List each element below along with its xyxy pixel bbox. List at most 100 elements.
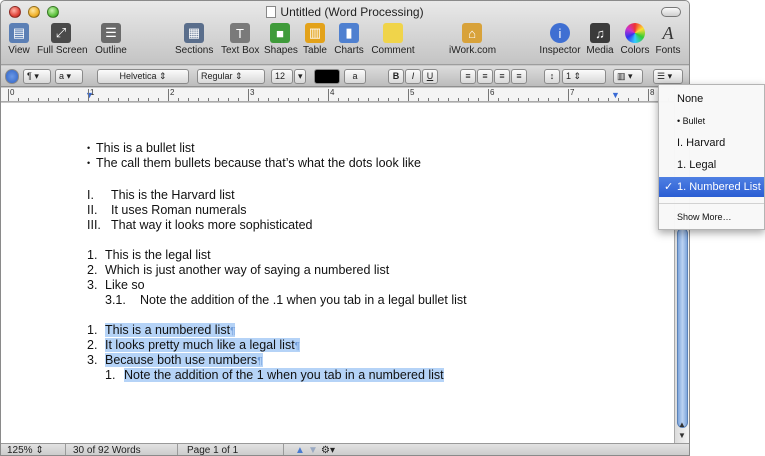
horizontal-ruler[interactable]: ▼ ▼ 012345678 bbox=[1, 88, 679, 102]
fonts-icon: A bbox=[662, 22, 674, 43]
menu-item-bullet[interactable]: • Bullet bbox=[659, 111, 764, 131]
ruler-minor-tick bbox=[78, 98, 79, 101]
next-page-arrow[interactable]: ▼ bbox=[308, 445, 318, 455]
align-left-button[interactable]: ≡ bbox=[460, 69, 476, 84]
list-item[interactable]: 1. This is a numbered list¶ bbox=[87, 323, 236, 337]
inspector-button[interactable]: i Inspector bbox=[538, 23, 582, 56]
line-spacing-select[interactable]: 1 ⇕ bbox=[562, 69, 606, 84]
ruler-minor-tick bbox=[98, 98, 99, 101]
list-item[interactable]: • The call them bullets because that’s wh… bbox=[87, 156, 421, 170]
charts-button[interactable]: ▮ Charts bbox=[334, 23, 364, 56]
font-style-select[interactable]: Regular ⇕ bbox=[197, 69, 265, 84]
line-spacing-icon[interactable]: ↕ bbox=[544, 69, 560, 84]
font-size-field[interactable]: 12 bbox=[271, 69, 293, 84]
ruler-major-tick bbox=[328, 89, 329, 101]
ruler-minor-tick bbox=[398, 98, 399, 101]
menu-item-numbered-list[interactable]: ✓ 1. Numbered List bbox=[659, 177, 764, 197]
justify-button[interactable]: ≡ bbox=[511, 69, 527, 84]
iwork-button[interactable]: ⌂ iWork.com bbox=[449, 23, 496, 56]
ruler-minor-tick bbox=[308, 98, 309, 101]
sections-button[interactable]: ▦ Sections bbox=[175, 23, 213, 56]
ruler-minor-tick bbox=[458, 98, 459, 101]
list-item[interactable]: 3.1. Note the addition of the .1 when you… bbox=[105, 293, 467, 307]
drawer-toggle-button[interactable] bbox=[5, 69, 19, 84]
colors-button[interactable]: Colors bbox=[620, 23, 650, 56]
italic-button[interactable]: I bbox=[405, 69, 421, 84]
toolbar-toggle-button[interactable] bbox=[661, 7, 681, 17]
columns-menu[interactable]: ▥ ▾ bbox=[613, 69, 643, 84]
media-button[interactable]: ♫ Media bbox=[585, 23, 615, 56]
list-item[interactable]: 2. Which is just another way of saying a … bbox=[87, 263, 389, 277]
list-item[interactable]: 3. Like so bbox=[87, 278, 145, 292]
comment-button[interactable]: Comment bbox=[371, 23, 415, 56]
ruler-major-tick bbox=[168, 89, 169, 101]
outline-button[interactable]: ☰ Outline bbox=[93, 23, 129, 56]
word-count: 30 of 92 Words bbox=[73, 445, 141, 456]
pages-window: Untitled (Word Processing) ▤ View ⤢ Full… bbox=[0, 0, 690, 456]
shapes-button[interactable]: ■ Shapes bbox=[264, 23, 298, 56]
list-style-menu[interactable]: ☰ ▾ bbox=[653, 69, 683, 84]
menu-item-none[interactable]: None bbox=[659, 89, 764, 109]
align-right-button[interactable]: ≡ bbox=[494, 69, 510, 84]
status-bar: 125% ⇕ 30 of 92 Words Page 1 of 1 ▲ ▼ ⚙▾ bbox=[1, 443, 689, 456]
underline-button[interactable]: U bbox=[422, 69, 438, 84]
zoom-select[interactable]: 125% ⇕ bbox=[7, 445, 44, 455]
fonts-button[interactable]: A Fonts bbox=[655, 22, 681, 57]
document-page[interactable]: • This is a bullet list • The call them bu… bbox=[1, 103, 674, 443]
ruler-minor-tick bbox=[118, 98, 119, 101]
list-item[interactable]: 1. Note the addition of the 1 when you ta… bbox=[105, 368, 444, 382]
ruler-minor-tick bbox=[558, 98, 559, 101]
scroll-thumb[interactable] bbox=[677, 228, 688, 428]
window-title: Untitled (Word Processing) bbox=[1, 5, 689, 19]
ruler-major-tick bbox=[408, 89, 409, 101]
text-box-button[interactable]: T Text Box bbox=[221, 23, 259, 56]
inspector-icon: i bbox=[550, 23, 570, 43]
divider bbox=[65, 444, 66, 455]
highlight-color-well[interactable]: a bbox=[344, 69, 366, 84]
ruler-minor-tick bbox=[498, 98, 499, 101]
ruler-minor-tick bbox=[628, 98, 629, 101]
scroll-up-arrow[interactable]: ▲ bbox=[678, 420, 686, 429]
ruler-minor-tick bbox=[318, 98, 319, 101]
list-item[interactable]: 1. This is the legal list bbox=[87, 248, 211, 262]
font-size-stepper[interactable]: ▾ bbox=[294, 69, 306, 84]
ruler-number: 6 bbox=[490, 88, 495, 97]
list-style-dropdown: None • Bullet I. Harvard 1. Legal ✓ 1. Nu… bbox=[658, 84, 765, 230]
iwork-icon: ⌂ bbox=[462, 23, 482, 43]
list-item[interactable]: 2. It looks pretty much like a legal list… bbox=[87, 338, 301, 352]
ruler-minor-tick bbox=[198, 98, 199, 101]
bold-button[interactable]: B bbox=[388, 69, 404, 84]
paragraph-style-menu[interactable]: ¶ ▾ bbox=[23, 69, 51, 84]
list-item[interactable]: I. This is the Harvard list bbox=[87, 188, 235, 202]
align-center-button[interactable]: ≡ bbox=[477, 69, 493, 84]
ruler-minor-tick bbox=[358, 98, 359, 101]
shapes-icon: ■ bbox=[270, 23, 290, 43]
gear-icon[interactable]: ⚙▾ bbox=[321, 445, 335, 455]
ruler-number: 4 bbox=[330, 88, 335, 97]
ruler-minor-tick bbox=[608, 98, 609, 101]
previous-page-arrow[interactable]: ▲ bbox=[295, 445, 305, 455]
list-item[interactable]: II. It uses Roman numerals bbox=[87, 203, 246, 217]
text-color-well[interactable] bbox=[314, 69, 340, 84]
ruler-minor-tick bbox=[368, 98, 369, 101]
table-button[interactable]: ▥ Table bbox=[301, 23, 329, 56]
list-item[interactable]: • This is a bullet list bbox=[87, 141, 195, 155]
ruler-minor-tick bbox=[238, 98, 239, 101]
character-style-menu[interactable]: a ▾ bbox=[55, 69, 83, 84]
scroll-down-arrow[interactable]: ▼ bbox=[678, 431, 686, 440]
list-item[interactable]: 3. Because both use numbers¶ bbox=[87, 353, 263, 367]
full-screen-button[interactable]: ⤢ Full Screen bbox=[37, 23, 88, 56]
ruler-minor-tick bbox=[448, 98, 449, 101]
ruler-minor-tick bbox=[378, 98, 379, 101]
ruler-minor-tick bbox=[538, 98, 539, 101]
ruler-minor-tick bbox=[138, 98, 139, 101]
list-item[interactable]: III. That way it looks more sophisticated bbox=[87, 218, 312, 232]
menu-item-show-more[interactable]: Show More… bbox=[659, 207, 764, 227]
font-family-select[interactable]: Helvetica ⇕ bbox=[97, 69, 189, 84]
menu-item-legal[interactable]: 1. Legal bbox=[659, 155, 764, 175]
menu-item-harvard[interactable]: I. Harvard bbox=[659, 133, 764, 153]
view-button[interactable]: ▤ View bbox=[7, 23, 31, 56]
ruler-minor-tick bbox=[578, 98, 579, 101]
ruler-minor-tick bbox=[228, 98, 229, 101]
ruler-minor-tick bbox=[28, 98, 29, 101]
